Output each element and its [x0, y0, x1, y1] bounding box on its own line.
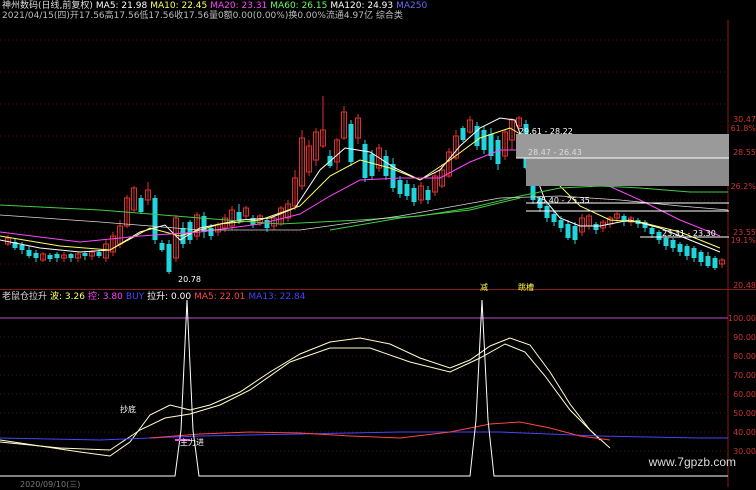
header-item: MA13: 22.84 — [248, 292, 306, 302]
signal-label-1: 减 — [480, 283, 488, 292]
price-axis-tick: 28.55 — [733, 148, 756, 157]
header-item: BUY — [125, 292, 145, 302]
header-item: MA60: 26.15 — [270, 1, 328, 11]
zhuli-label: 主力进 — [180, 438, 204, 447]
signal-label-2: 跳槽 — [518, 283, 534, 292]
indicator-header: 老鼠仓拉升 波: 3.26 控: 3.80 BUY 拉升: 0.00 MA5: 22.01… — [2, 292, 308, 302]
header-item: 老鼠仓拉升 — [2, 292, 48, 302]
price-axis-tick: 30.47 — [733, 115, 756, 124]
header-item: 波: 3.26 — [50, 292, 85, 302]
indicator-axis-tick: 60.00 — [733, 390, 756, 399]
header-item: MA5: 21.98 — [95, 1, 148, 11]
price-axis-tick: 19.1% — [730, 236, 756, 245]
zone-label-1: 29.61 - 28.22 — [519, 127, 573, 136]
chaodi-label: 抄底 — [120, 405, 136, 414]
chart-header-ma: 神州数码(日线,前复权) MA5: 21.98 MA10: 22.45 MA20: 2… — [2, 1, 430, 11]
header-item: 拉升: 0.00 — [147, 292, 192, 302]
low-price-label: 20.78 — [178, 275, 201, 284]
price-axis-tick: 20.48 — [733, 281, 756, 290]
stock-chart-canvas — [0, 20, 729, 487]
header-item: 神州数码(日线,前复权) — [2, 1, 93, 11]
price-axis-tick: 26.2% — [730, 182, 756, 191]
panel-separator — [0, 289, 756, 290]
watermark: www.7gpzb.com — [648, 455, 736, 469]
zone-label-1b: 28.47 - 26.43 — [528, 148, 582, 157]
header-item: 控: 3.80 — [87, 292, 123, 302]
zone-label-2: 25.40 - 25.35 — [536, 196, 590, 205]
indicator-lines — [0, 299, 728, 477]
indicator-axis-tick: 50.00 — [733, 409, 756, 418]
chart-header-quote: 2021/04/15(四)开17.56高17.56低17.56收17.56量0额… — [2, 11, 403, 21]
resistance-zone-2 — [526, 158, 729, 186]
price-axis-tick: 61.8% — [730, 124, 756, 133]
indicator-axis-tick: 100.00 — [728, 314, 756, 323]
zone-label-3: 23.31 - 23.30 — [662, 229, 716, 238]
header-item: MA10: 22.45 — [150, 1, 208, 11]
date-label: 2020/09/10(三) — [20, 480, 81, 489]
indicator-axis-tick: 40.00 — [733, 428, 756, 437]
indicator-axis-tick: 80.00 — [733, 352, 756, 361]
indicator-axis-tick: 90.00 — [733, 333, 756, 342]
header-item: MA250 — [396, 1, 428, 11]
indicator-axis-tick: 70.00 — [733, 371, 756, 380]
header-item: MA20: 23.31 — [210, 1, 268, 11]
header-item: MA120: 24.93 — [330, 1, 394, 11]
header-item: MA5: 22.01 — [194, 292, 246, 302]
